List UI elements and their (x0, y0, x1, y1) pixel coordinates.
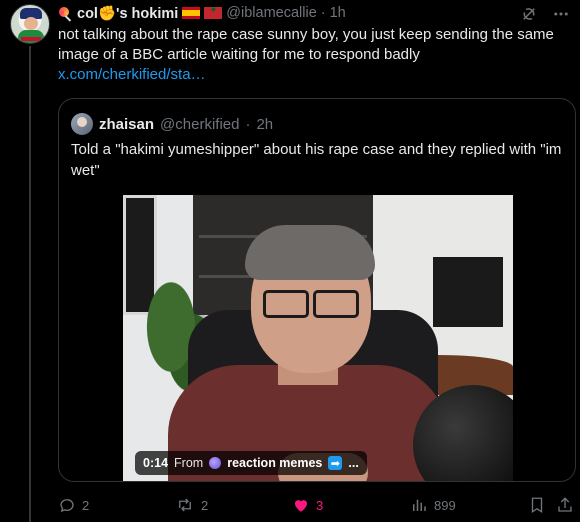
like-icon (295, 500, 307, 512)
action-bar: 2 2 3 899 (58, 496, 576, 518)
quote-separator: · (245, 115, 251, 133)
bookmark-icon (531, 497, 543, 514)
quote-header: zhaisan @cherkified · 2h (71, 113, 273, 135)
spain-flag-icon (182, 7, 201, 19)
share-icon (558, 497, 572, 512)
bookmark-button[interactable] (528, 496, 546, 514)
views-icon (413, 499, 426, 511)
video-time: 0:14 (143, 456, 169, 470)
views-button[interactable]: 899 (410, 496, 456, 514)
quote-handle[interactable]: @cherkified (160, 116, 239, 133)
display-name[interactable]: col✊'s hokimi (77, 5, 178, 22)
quote-text: Told a "hakimi yumeshipper" about his ra… (71, 141, 562, 179)
arrow-right-icon: ➡ (328, 456, 343, 470)
quoted-tweet[interactable]: zhaisan @cherkified · 2h Told a "hakimi … (58, 98, 576, 482)
repost-count: 2 (201, 497, 209, 513)
video-source[interactable]: reaction memes (227, 456, 322, 470)
share-button[interactable] (556, 496, 574, 514)
avatar[interactable] (10, 4, 50, 44)
grok-icon[interactable] (520, 5, 538, 23)
source-avatar-icon (209, 457, 222, 469)
reply-button[interactable]: 2 (58, 496, 89, 514)
lollipop-icon (58, 6, 73, 21)
repost-button[interactable]: 2 (175, 496, 208, 514)
morocco-flag-icon (204, 5, 223, 19)
reply-icon (60, 499, 74, 513)
video-from-label: From (174, 456, 204, 470)
like-button[interactable]: 3 (292, 496, 323, 514)
quote-display-name[interactable]: zhaisan (99, 116, 154, 133)
video-more: ... (348, 456, 359, 470)
views-count: 899 (434, 497, 456, 513)
timestamp[interactable]: 1h (330, 5, 346, 21)
more-icon[interactable] (552, 5, 570, 23)
tweet-text: not talking about the rape case sunny bo… (58, 26, 554, 63)
quote-timestamp[interactable]: 2h (256, 116, 273, 133)
like-count: 3 (316, 497, 324, 513)
handle[interactable]: @iblamecallie (226, 5, 316, 21)
video-overlay: 0:14 From reaction memes ➡ ... (135, 451, 367, 475)
repost-icon (179, 498, 191, 512)
tweet-link[interactable]: x.com/cherkified/sta… (58, 66, 206, 83)
video-player[interactable]: 0:14 From reaction memes ➡ ... (123, 195, 513, 481)
tweet-header: col✊'s hokimi @iblamecallie · 1h (58, 3, 346, 23)
separator: · (320, 5, 326, 21)
reply-count: 2 (82, 497, 90, 513)
quote-avatar[interactable] (71, 113, 93, 135)
thread-line (29, 46, 31, 522)
